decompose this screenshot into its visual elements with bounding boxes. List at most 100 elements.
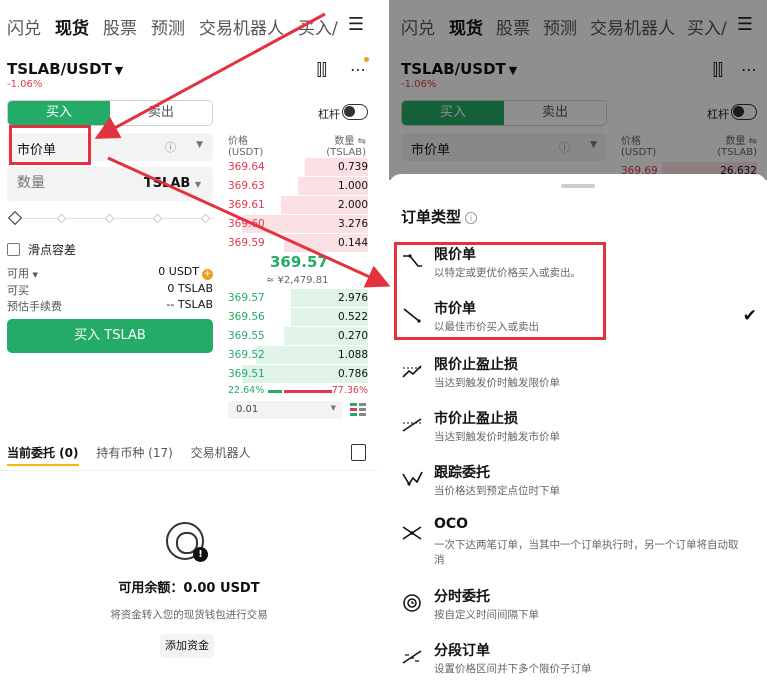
hamburger-icon[interactable]: ☰	[348, 14, 364, 35]
tab-convert[interactable]: 闪兑	[7, 14, 41, 39]
quantity-unit: TSLAB	[143, 176, 191, 191]
orderbook-view-icon[interactable]	[350, 402, 366, 418]
slider-tick[interactable]	[104, 213, 115, 224]
available-row: 可用 ▼ 0 USDT +	[7, 265, 213, 281]
order-type-option[interactable]: 分时委托 按自定义时间间隔下单	[401, 586, 761, 630]
ask-row[interactable]: 369.59 0.144	[228, 234, 368, 252]
buy-button[interactable]: 买入 TSLAB	[7, 319, 213, 353]
option-description: 当达到触发价时触发限价单	[434, 377, 560, 389]
check-icon: ✔	[742, 306, 757, 326]
quantity-input[interactable]	[17, 175, 127, 191]
view-bar	[350, 408, 357, 411]
buyable-value: 0 TSLAB	[167, 282, 213, 295]
last-price-cny: ≈ ¥2,479.81	[266, 275, 329, 286]
add-funds-icon[interactable]: +	[202, 269, 213, 280]
quantity-field[interactable]: TSLAB ▼	[7, 167, 213, 201]
chevron-down-icon: ▼	[194, 180, 201, 189]
oco-icon	[401, 522, 423, 544]
tab-predict[interactable]: 预测	[151, 14, 185, 39]
order-type-screen: 闪兑 现货 股票 预测 交易机器人 买入/ ☰ TSLAB/USDT ▼ -1.0…	[389, 0, 767, 680]
bid-row[interactable]: 369.51 0.786	[228, 365, 368, 383]
buy-tab[interactable]: 买入	[8, 101, 110, 125]
fee-label: 预估手续费	[7, 300, 62, 313]
scaled-order-icon	[401, 646, 423, 668]
option-title: 跟踪委托	[434, 465, 490, 481]
option-title: OCO	[434, 516, 469, 532]
order-type-option[interactable]: 分段订单 设置价格区间并下多个限价子订单	[401, 640, 761, 680]
bid-price: 369.51	[228, 368, 265, 380]
tab-stocks[interactable]: 股票	[103, 14, 137, 39]
available-value-wrap: 0 USDT +	[158, 265, 213, 280]
ask-row[interactable]: 369.60 3.276	[228, 215, 368, 233]
option-title: 市价止盈止损	[434, 411, 518, 427]
ob-qty-header-label: 数量 ⇋	[326, 132, 366, 147]
pair-selector[interactable]: TSLAB/USDT ▼	[7, 60, 123, 78]
slider-track	[18, 218, 214, 219]
view-bar	[350, 403, 357, 406]
view-bar	[359, 403, 366, 406]
bid-qty: 0.786	[337, 368, 368, 380]
ask-price: 369.63	[228, 180, 265, 192]
buy-ratio: 22.64%	[228, 385, 265, 396]
slippage-checkbox[interactable]	[7, 243, 20, 256]
bid-row[interactable]: 369.57 2.976	[228, 289, 368, 307]
notification-dot	[364, 57, 369, 62]
more-icon[interactable]: ⋯	[350, 60, 366, 79]
amount-slider[interactable]	[7, 210, 214, 226]
ob-qty-header: 数量 ⇋ (TSLAB)	[326, 132, 366, 158]
tab-buy-sell[interactable]: 买入/	[298, 14, 338, 39]
option-title: 分时委托	[434, 589, 490, 605]
slider-handle[interactable]	[7, 210, 23, 226]
slider-tick[interactable]	[56, 213, 67, 224]
ask-row[interactable]: 369.63 1.000	[228, 177, 368, 195]
sheet-title-text: 订单类型	[401, 208, 462, 226]
last-price[interactable]: 369.57	[270, 253, 328, 271]
bid-row[interactable]: 369.52 1.088	[228, 346, 368, 364]
ob-price-header-label: 价格	[228, 136, 248, 147]
option-description: 当达到触发价时触发市价单	[434, 431, 560, 443]
slider-tick[interactable]	[200, 213, 211, 224]
slider-tick[interactable]	[152, 213, 163, 224]
option-description: 当价格达到预定点位时下单	[434, 485, 560, 497]
tab-spot[interactable]: 现货	[55, 14, 89, 39]
order-type-option[interactable]: 限价止盈止损 当达到触发价时触发限价单	[401, 354, 761, 398]
add-funds-button[interactable]: 添加资金	[160, 634, 214, 658]
annotation-highlight-box	[394, 242, 606, 340]
bid-price: 369.57	[228, 292, 265, 304]
order-history-icon[interactable]	[351, 444, 366, 461]
bid-row[interactable]: 369.55 0.270	[228, 327, 368, 345]
slippage-option[interactable]: 滑点容差	[7, 241, 76, 258]
limit-tpsl-icon	[401, 360, 423, 382]
candlestick-chart-icon[interactable]: ⫿⫿	[317, 60, 327, 79]
ask-qty: 2.000	[337, 199, 368, 211]
ask-row[interactable]: 369.64 0.739	[228, 158, 368, 176]
order-type-sheet: 订单类型 i 限价单 以特定或更优价格买入或卖出。 市价单 以最佳市价买入或卖出 ✔ 限价止…	[389, 174, 767, 680]
precision-select[interactable]: 0.01 ▼	[228, 401, 342, 419]
swap-icon[interactable]: ⇋	[358, 136, 366, 147]
bid-price: 369.52	[228, 349, 265, 361]
order-type-option[interactable]: 跟踪委托当价格达到预定点位时下单	[401, 462, 761, 506]
leverage-toggle[interactable]	[342, 104, 368, 120]
bid-row[interactable]: 369.56 0.522	[228, 308, 368, 326]
fee-value: -- TSLAB	[166, 298, 213, 311]
pair-name: TSLAB/USDT	[7, 60, 112, 78]
sell-tab[interactable]: 卖出	[110, 101, 212, 125]
order-type-option[interactable]: OCO 一次下达两笔订单，当其中一个订单执行时，另一个订单将自动取消	[401, 516, 761, 566]
tab-trading-bot[interactable]: 交易机器人	[199, 14, 284, 39]
bid-qty: 2.976	[337, 292, 368, 304]
order-type-option[interactable]: 市价止盈止损当达到触发价时触发市价单	[401, 408, 761, 452]
tab-open-orders[interactable]: 当前委托 (0)	[7, 446, 79, 460]
quantity-unit-select[interactable]: TSLAB ▼	[144, 176, 201, 191]
info-icon[interactable]: i	[465, 212, 478, 224]
twap-clock-icon	[401, 592, 423, 614]
tab-bots[interactable]: 交易机器人	[191, 446, 251, 460]
tab-holdings[interactable]: 持有币种 (17)	[96, 446, 172, 460]
orders-tabs: 当前委托 (0) 持有币种 (17) 交易机器人	[7, 444, 265, 461]
ask-row[interactable]: 369.61 2.000	[228, 196, 368, 214]
bid-price: 369.56	[228, 311, 265, 323]
sheet-drag-handle[interactable]	[561, 184, 595, 188]
view-bar	[359, 413, 366, 416]
sell-ratio: 77.36%	[331, 385, 368, 396]
modal-backdrop[interactable]	[389, 0, 767, 180]
info-icon[interactable]: ⓘ	[165, 139, 176, 155]
